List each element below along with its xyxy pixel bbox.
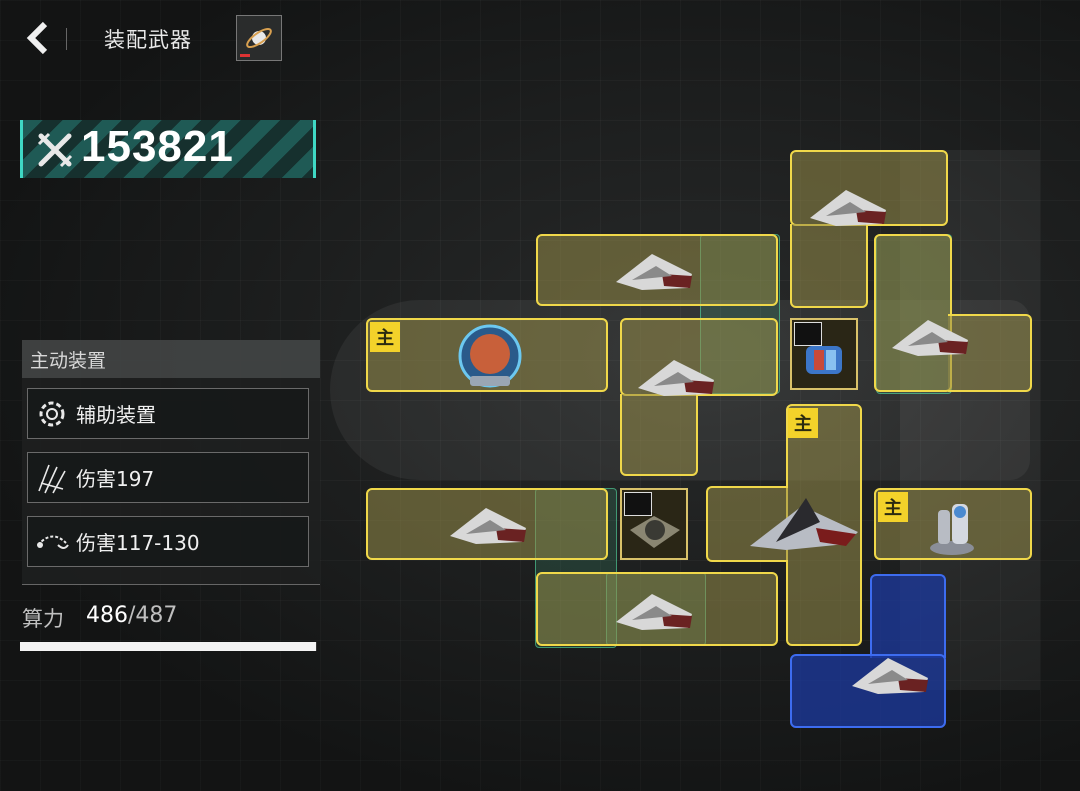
chevron-left-icon [26,21,48,55]
main-tag: 主 [370,322,400,352]
panel-header: 主动装置 [22,340,320,378]
slot-top-right-stem[interactable] [790,224,868,308]
top-bar: 装配武器 [0,0,300,80]
fighter-ship-icon [638,360,714,396]
page-title: 装配武器 [104,28,192,52]
main-tag: 主 [788,408,818,438]
info-row-damage-claw[interactable]: 伤害197 [27,452,309,503]
module-battery[interactable] [790,318,858,390]
compute-bar-fill [20,642,317,651]
title-divider [66,28,67,50]
energy-shield-icon [458,324,522,388]
compute-value: 486/487 [86,603,177,628]
combat-power-value: 153821 [81,122,234,171]
fighter-ship-icon [892,320,968,356]
claw-slash-icon [32,458,72,498]
compute-bar [20,642,317,651]
fighter-ship-icon [450,508,526,544]
fighter-ship-icon [810,190,886,226]
back-button[interactable] [20,18,60,58]
info-row-damage-missile[interactable]: 伤害117-130 [27,516,309,567]
info-row-label: 伤害117-130 [76,531,200,555]
module-level-icon [624,492,652,516]
module-engine[interactable] [620,488,688,560]
planet-ring-icon [246,27,272,49]
info-row-label: 辅助装置 [76,403,156,427]
combat-power-panel: 153821 [20,120,316,178]
turret-icon [930,504,974,555]
fighter-ship-icon [852,658,928,694]
main-tag: 主 [878,492,908,522]
info-row-support-device[interactable]: 辅助装置 [27,388,309,439]
interceptor-ship-icon [750,498,858,550]
slot-center-l-stem[interactable] [620,394,698,476]
skin-indicator [240,54,250,57]
fighter-ship-icon [616,594,692,630]
slot-selected-blue[interactable] [870,574,946,658]
compute-label: 算力 [22,607,64,631]
gear-target-icon [32,394,72,434]
module-level-icon [794,322,822,346]
compute-total: /487 [128,603,178,628]
missile-arc-icon [32,522,72,562]
skin-button[interactable] [236,15,282,61]
compute-used: 486 [86,603,128,628]
crossed-swords-icon [37,132,73,168]
active-device-panel: 主动装置 辅助装置 伤害197 伤害117-130 [22,340,320,585]
info-row-label: 伤害197 [76,467,155,491]
fighter-ship-icon [616,254,692,290]
